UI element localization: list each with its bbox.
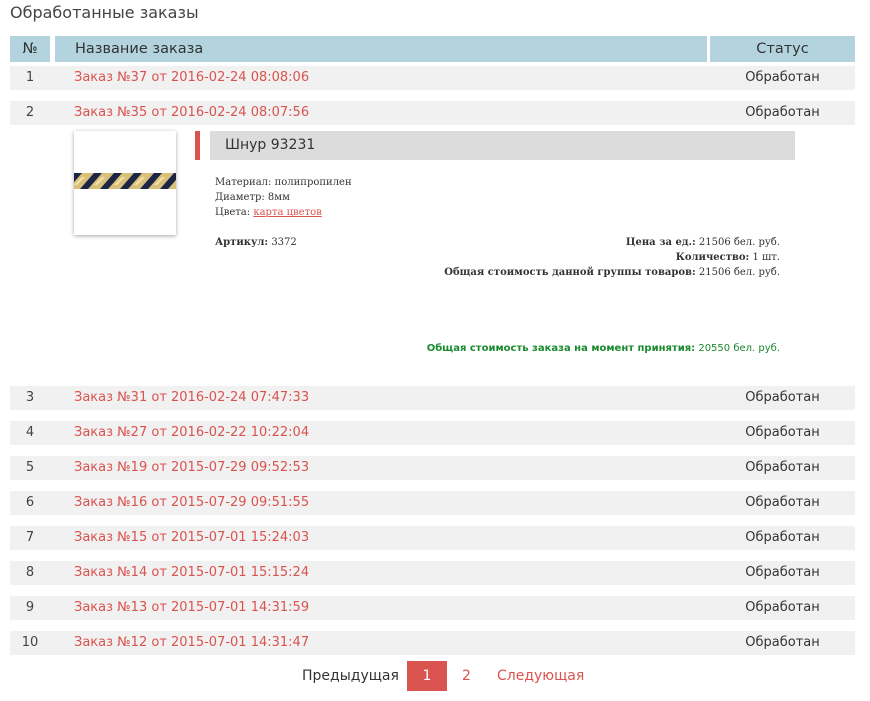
order-status: Обработан [745, 70, 820, 85]
order-link[interactable]: Заказ №14 от 2015-07-01 15:15:24 [74, 561, 309, 585]
table-row: 4 Заказ №27 от 2016-02-22 10:22:04 Обраб… [10, 421, 855, 445]
order-link[interactable]: Заказ №13 от 2015-07-01 14:31:59 [74, 596, 309, 620]
order-link[interactable]: Заказ №15 от 2015-07-01 15:24:03 [74, 526, 309, 550]
order-link[interactable]: Заказ №37 от 2016-02-24 08:08:06 [74, 66, 309, 90]
group-total: Общая стоимость данной группы товаров: 2… [400, 267, 780, 278]
header-name: Название заказа [55, 36, 707, 62]
pagination-page-2[interactable]: 2 [462, 661, 471, 691]
row-number: 10 [21, 635, 39, 650]
row-number: 8 [25, 565, 35, 580]
row-number: 1 [25, 70, 35, 85]
order-status: Обработан [745, 635, 820, 650]
row-number: 7 [25, 530, 35, 545]
row-number: 9 [25, 600, 35, 615]
order-link[interactable]: Заказ №31 от 2016-02-24 07:47:33 [74, 386, 309, 410]
colors-label: Цвета: [215, 207, 251, 218]
order-status: Обработан [745, 460, 820, 475]
table-row: 7 Заказ №15 от 2015-07-01 15:24:03 Обраб… [10, 526, 855, 550]
order-status: Обработан [745, 565, 820, 580]
rope-image [74, 173, 176, 189]
pagination-page-1[interactable]: 1 [407, 661, 447, 691]
article-label: Артикул: [215, 237, 269, 248]
table-row: 10 Заказ №12 от 2015-07-01 14:31:47 Обра… [10, 631, 855, 655]
order-link[interactable]: Заказ №35 от 2016-02-24 08:07:56 [74, 101, 309, 125]
table-row: 1 Заказ №37 от 2016-02-24 08:08:06 Обраб… [10, 66, 855, 90]
order-status: Обработан [745, 495, 820, 510]
order-status: Обработан [745, 600, 820, 615]
group-total-value: 21506 бел. руб. [698, 267, 780, 278]
row-number: 6 [25, 495, 35, 510]
row-number: 5 [25, 460, 35, 475]
order-link[interactable]: Заказ №27 от 2016-02-22 10:22:04 [74, 421, 309, 445]
article-value: 3372 [271, 237, 297, 248]
color-chart-link[interactable]: карта цветов [253, 207, 321, 218]
order-total: Общая стоимость заказа на момент приняти… [300, 343, 780, 354]
table-row: 8 Заказ №14 от 2015-07-01 15:15:24 Обраб… [10, 561, 855, 585]
page-title: Обработанные заказы [10, 3, 199, 22]
product-material: Материал: полипропилен [215, 177, 352, 188]
table-row: 9 Заказ №13 от 2015-07-01 14:31:59 Обраб… [10, 596, 855, 620]
group-total-label: Общая стоимость данной группы товаров: [444, 267, 696, 278]
table-row: 2 Заказ №35 от 2016-02-24 08:07:56 Обраб… [10, 101, 855, 125]
product-accent-bar [195, 131, 200, 160]
quantity: Количество: 1 шт. [400, 252, 780, 263]
unit-price-label: Цена за ед.: [625, 237, 696, 248]
row-number: 3 [25, 390, 35, 405]
product-diameter: Диаметр: 8мм [215, 192, 290, 203]
product-image[interactable] [74, 131, 176, 235]
quantity-label: Количество: [675, 252, 750, 263]
header-status: Статус [710, 36, 855, 62]
pagination-next[interactable]: Следующая [497, 661, 584, 691]
order-total-value: 20550 бел. руб. [698, 343, 780, 354]
order-status: Обработан [745, 105, 820, 120]
table-row: 5 Заказ №19 от 2015-07-29 09:52:53 Обраб… [10, 456, 855, 480]
order-total-label: Общая стоимость заказа на момент приняти… [426, 343, 696, 354]
product-colors: Цвета: карта цветов [215, 207, 322, 218]
row-number: 4 [25, 425, 35, 440]
row-number: 2 [25, 105, 35, 120]
order-status: Обработан [745, 530, 820, 545]
quantity-value: 1 шт. [752, 252, 780, 263]
table-row: 3 Заказ №31 от 2016-02-24 07:47:33 Обраб… [10, 386, 855, 410]
product-article: Артикул: 3372 [215, 237, 297, 248]
order-link[interactable]: Заказ №12 от 2015-07-01 14:31:47 [74, 631, 309, 655]
table-row: 6 Заказ №16 от 2015-07-29 09:51:55 Обраб… [10, 491, 855, 515]
pagination-prev[interactable]: Предыдущая [302, 661, 399, 691]
order-link[interactable]: Заказ №19 от 2015-07-29 09:52:53 [74, 456, 309, 480]
unit-price-value: 21506 бел. руб. [698, 237, 780, 248]
product-title: Шнур 93231 [210, 131, 795, 160]
header-num: № [10, 36, 50, 62]
order-status: Обработан [745, 390, 820, 405]
unit-price: Цена за ед.: 21506 бел. руб. [400, 237, 780, 248]
order-status: Обработан [745, 425, 820, 440]
order-link[interactable]: Заказ №16 от 2015-07-29 09:51:55 [74, 491, 309, 515]
